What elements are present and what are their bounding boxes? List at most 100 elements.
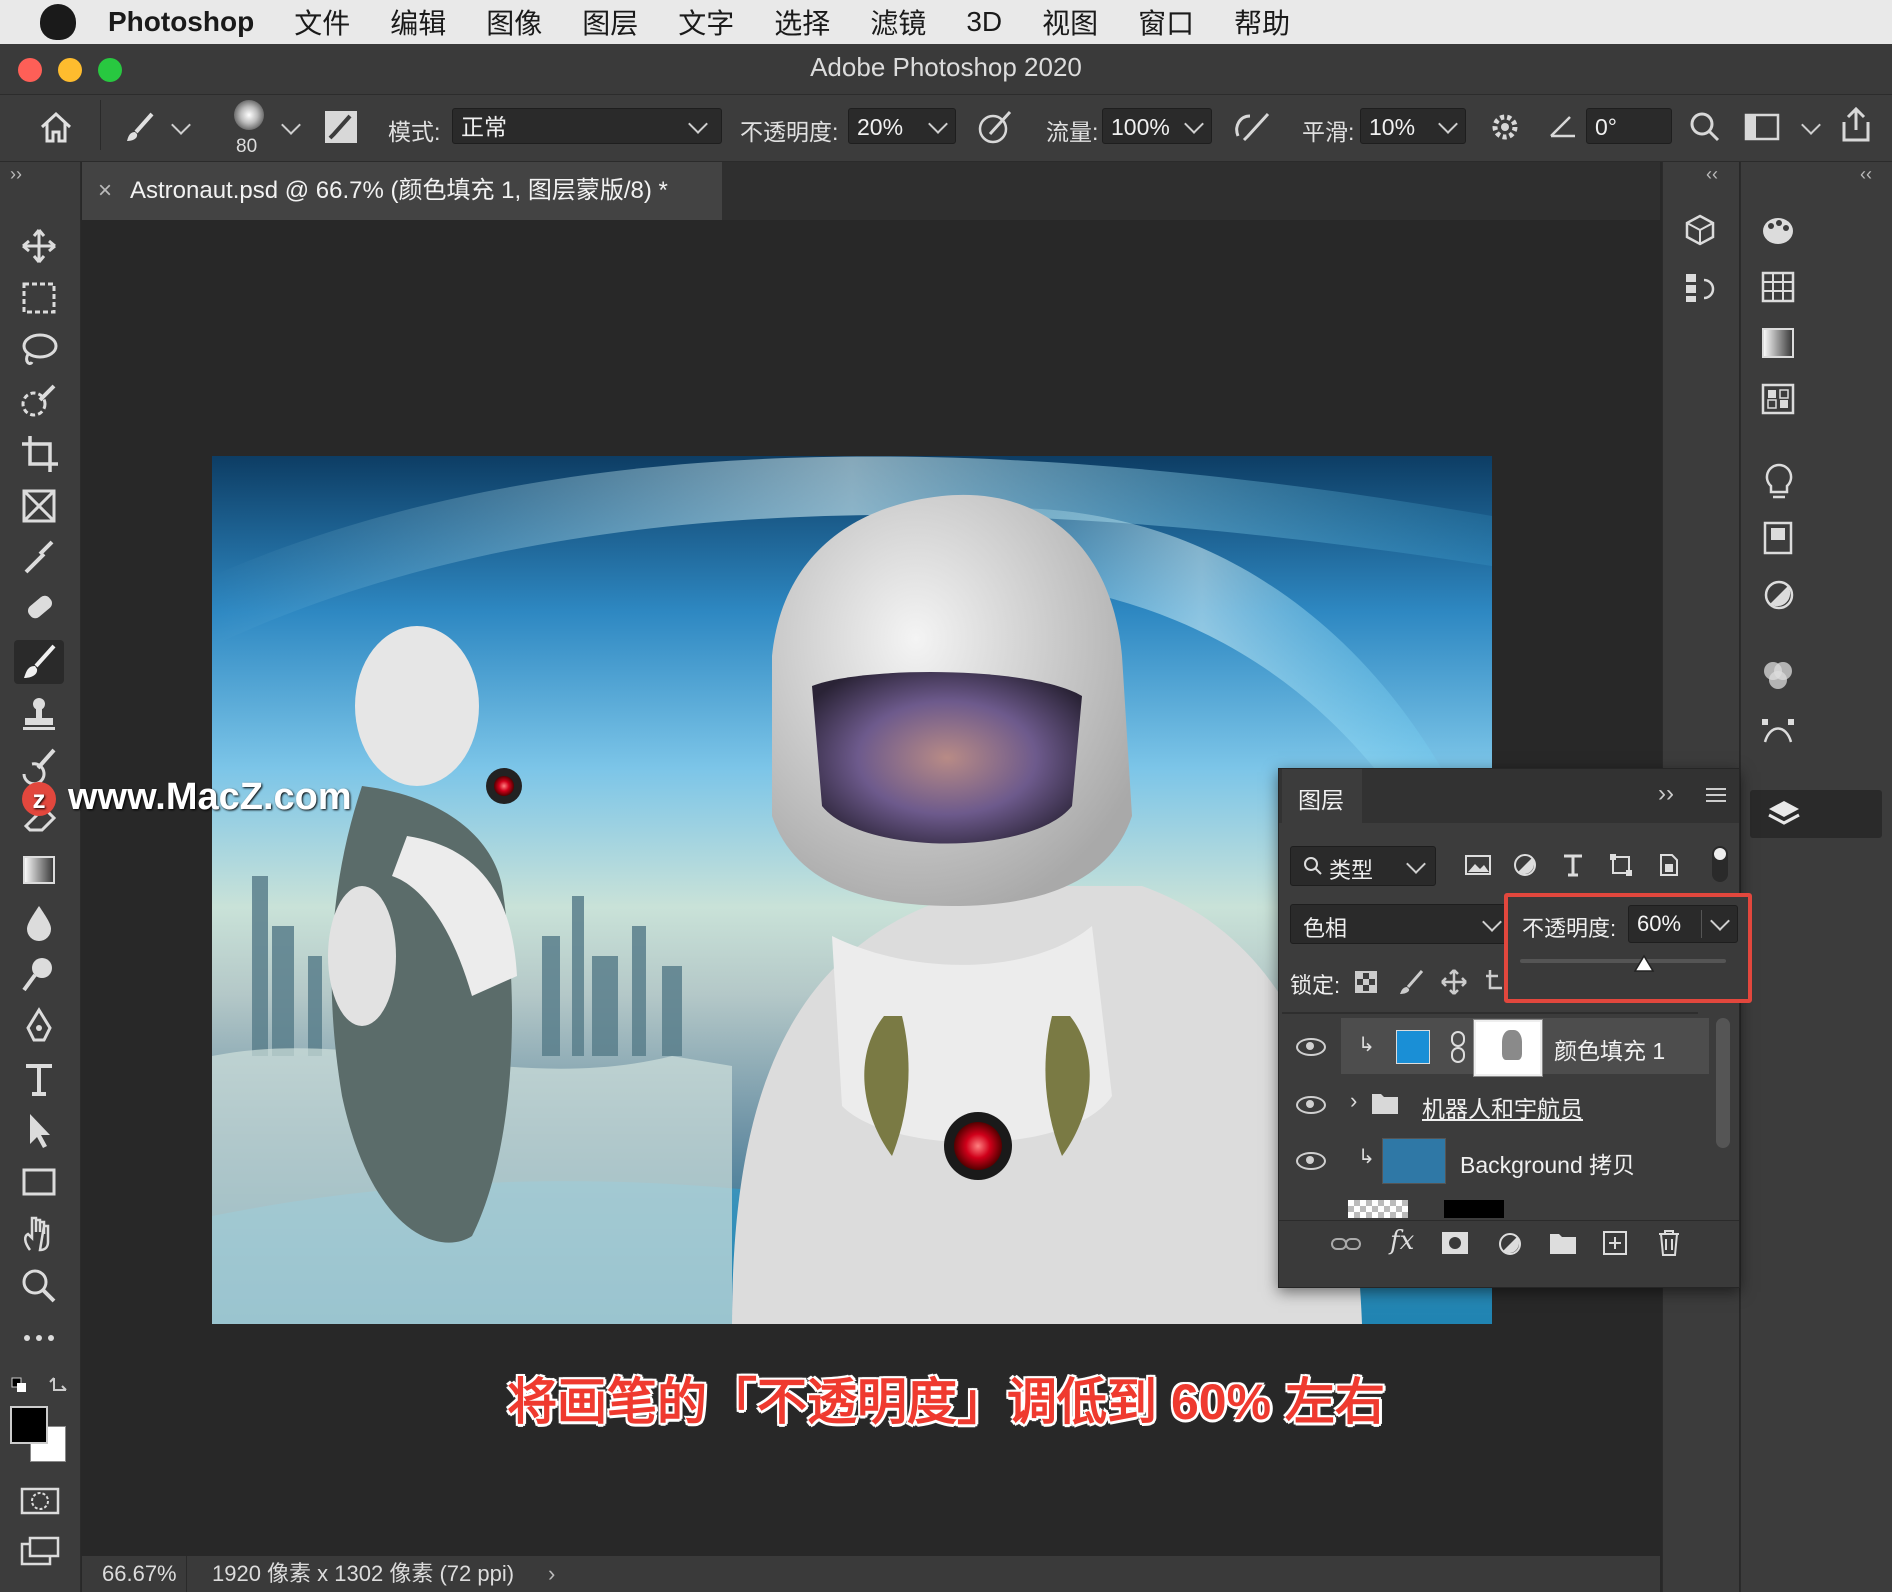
quick-mask-icon[interactable] [18,1486,62,1516]
blur-tool-icon[interactable] [14,900,64,944]
zoom-level[interactable]: 66.67% [102,1556,177,1592]
panel-menu-icon[interactable] [1706,788,1726,790]
collapse-panels-chevron-icon[interactable]: ‹‹ [1860,164,1872,185]
layer-visibility-eye-icon[interactable] [1296,1096,1326,1114]
libraries-panel-icon[interactable] [1762,520,1796,556]
layer-opacity-chevron-down-icon[interactable] [1710,911,1730,931]
menu-image[interactable]: 图像 [486,2,542,42]
smoothing-chevron-down-icon[interactable] [1438,114,1458,134]
collapse-layers-chevron-icon[interactable]: ›› [1658,780,1674,808]
layer-visibility-eye-icon[interactable] [1296,1152,1326,1170]
menu-help[interactable]: 帮助 [1234,2,1290,42]
channels-panel-icon[interactable] [1760,658,1796,692]
frame-tool-icon[interactable] [14,484,64,528]
menu-window[interactable]: 窗口 [1138,2,1194,42]
menu-select[interactable]: 选择 [774,2,830,42]
layer-fill-color-swatch[interactable] [1396,1030,1430,1064]
history-panel-icon[interactable] [1682,270,1718,306]
opacity-input[interactable]: 20% [848,108,956,144]
layer-mask-link-icon[interactable] [1448,1030,1468,1064]
menu-filter[interactable]: 滤镜 [870,2,926,42]
eyedropper-tool-icon[interactable] [14,536,64,580]
lock-transparent-pixels-icon[interactable] [1354,970,1378,994]
menu-file[interactable]: 文件 [294,2,350,42]
filter-toggle[interactable] [1712,846,1728,882]
layer-mask-thumbnail[interactable] [1473,1019,1543,1077]
lock-image-pixels-icon[interactable] [1398,968,1426,996]
menu-app-photoshop[interactable]: Photoshop [108,6,254,38]
type-tool-icon[interactable] [14,1056,64,1100]
menu-3d[interactable]: 3D [966,6,1002,38]
3d-panel-icon[interactable] [1682,212,1718,248]
layer-thumbnail[interactable] [1382,1138,1446,1184]
filter-smart-objects-icon[interactable] [1656,852,1682,878]
document-tab[interactable]: × Astronaut.psd @ 66.7% (颜色填充 1, 图层蒙版/8)… [82,162,722,220]
brush-preset-icon[interactable] [122,108,160,146]
opacity-chevron-down-icon[interactable] [928,114,948,134]
layer-opacity-input[interactable]: 60% [1628,905,1738,943]
layer-filter-kind-select[interactable]: 类型 [1290,846,1436,886]
layers-panel-toggle[interactable] [1750,790,1882,838]
path-selection-tool-icon[interactable] [14,1108,64,1152]
screen-mode-icon[interactable] [18,1536,62,1566]
filter-pixel-layers-icon[interactable] [1464,852,1492,878]
lasso-tool-icon[interactable] [14,328,64,372]
share-icon[interactable] [1838,106,1874,144]
flow-input[interactable]: 100% [1102,108,1212,144]
link-layers-icon[interactable] [1330,1232,1362,1256]
mode-select[interactable]: 正常 [452,108,722,144]
new-group-icon[interactable] [1548,1230,1578,1256]
brush-tool-icon[interactable] [14,640,64,684]
gradient-tool-icon[interactable] [14,848,64,892]
collapse-dock-chevron-icon[interactable]: ‹‹ [1706,164,1718,185]
swatches-panel-icon[interactable] [1760,270,1796,304]
lock-artboard-icon[interactable] [1484,968,1502,996]
airbrush-icon[interactable] [1232,108,1272,146]
trash-icon[interactable] [1656,1228,1682,1258]
smoothing-input[interactable]: 10% [1360,108,1466,144]
more-tools-icon[interactable] [14,1316,64,1360]
filter-shape-layers-icon[interactable] [1608,852,1634,878]
home-icon[interactable] [38,110,74,144]
move-tool-icon[interactable] [14,224,64,268]
new-adjustment-layer-icon[interactable] [1496,1230,1524,1258]
apple-logo-icon[interactable] [40,4,76,40]
gradients-panel-icon[interactable] [1760,326,1796,360]
quick-selection-tool-icon[interactable] [14,380,64,424]
expand-tools-chevron-icon[interactable]: ›› [10,164,22,185]
clone-stamp-tool-icon[interactable] [14,692,64,736]
filter-type-layers-icon[interactable] [1560,852,1586,878]
crop-tool-icon[interactable] [14,432,64,476]
marquee-tool-icon[interactable] [14,276,64,320]
search-icon[interactable] [1688,110,1722,144]
layer-opacity-slider-thumb[interactable] [1632,953,1656,977]
healing-brush-tool-icon[interactable] [14,588,64,632]
zoom-tool-icon[interactable] [14,1264,64,1308]
menu-edit[interactable]: 编辑 [390,2,446,42]
layer-opacity-slider-track[interactable] [1520,959,1726,963]
hand-tool-icon[interactable] [14,1212,64,1256]
close-tab-icon[interactable]: × [98,162,112,220]
flow-chevron-down-icon[interactable] [1184,114,1204,134]
add-layer-style-fx-icon[interactable]: fx [1390,1226,1414,1256]
patterns-panel-icon[interactable] [1760,382,1796,416]
menu-view[interactable]: 视图 [1042,2,1098,42]
layers-scrollbar[interactable] [1716,1018,1730,1148]
paths-panel-icon[interactable] [1760,714,1796,748]
pressure-opacity-icon[interactable] [976,108,1014,146]
menu-layer[interactable]: 图层 [582,2,638,42]
filter-adjustment-layers-icon[interactable] [1512,852,1538,878]
new-layer-icon[interactable] [1602,1230,1628,1256]
blend-mode-select[interactable]: 色相 [1290,904,1512,944]
document-info-chevron-icon[interactable]: › [548,1556,555,1592]
lock-position-icon[interactable] [1440,968,1468,996]
adjustments-panel-icon[interactable] [1762,578,1796,612]
layer-visibility-eye-icon[interactable] [1296,1038,1326,1056]
add-mask-icon[interactable] [1440,1230,1470,1256]
color-panel-icon[interactable] [1760,214,1796,248]
angle-input[interactable]: 0° [1586,108,1672,144]
pen-tool-icon[interactable] [14,1004,64,1048]
brush-settings-panel-icon[interactable] [322,108,360,146]
layers-tab[interactable]: 图层 [1282,769,1362,823]
expand-group-chevron-icon[interactable]: › [1350,1088,1357,1114]
